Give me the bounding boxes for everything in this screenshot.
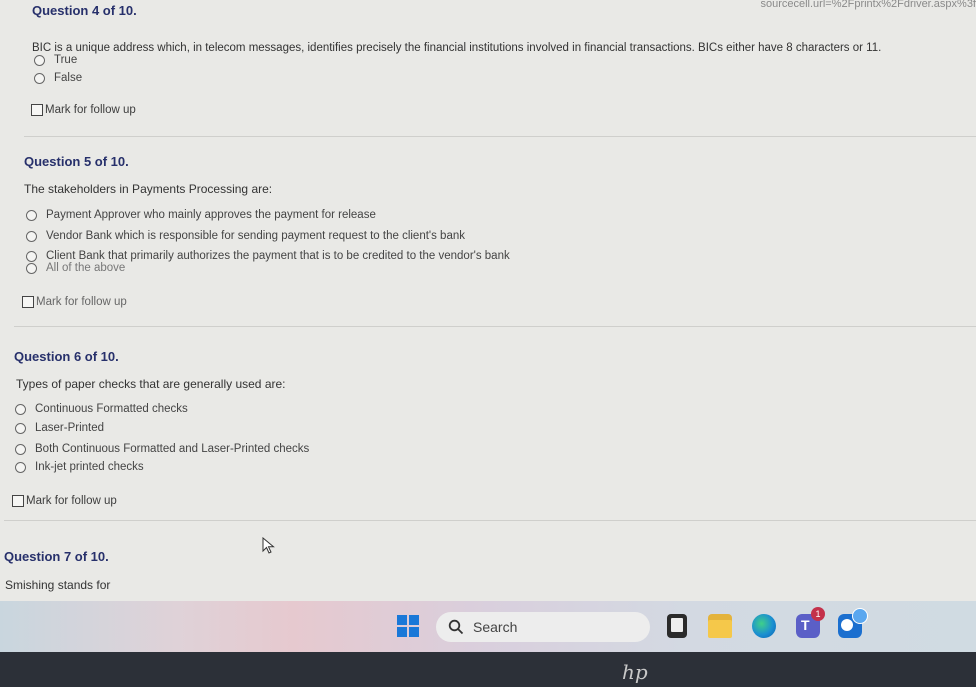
radio-button[interactable] <box>15 461 26 473</box>
mouse-cursor-icon <box>262 537 275 554</box>
radio-button[interactable] <box>26 209 37 221</box>
radio-button[interactable] <box>26 262 37 274</box>
hp-logo: hp <box>622 660 648 684</box>
question-6-mark-follow-up[interactable]: Mark for follow up <box>12 495 117 507</box>
question-7-title: Question 7 of 10. <box>4 549 109 564</box>
question-5-mark-follow-up[interactable]: Mark for follow up <box>22 296 127 308</box>
question-5-option-a[interactable]: Payment Approver who mainly approves the… <box>26 209 376 221</box>
question-4-text: BIC is a unique address which, in teleco… <box>32 42 882 54</box>
question-5-option-d[interactable]: All of the above <box>26 262 125 274</box>
radio-button[interactable] <box>26 230 37 242</box>
question-4-title: Question 4 of 10. <box>32 3 137 18</box>
teams-icon[interactable]: T 1 <box>796 607 825 638</box>
question-6-option-d[interactable]: Ink-jet printed checks <box>15 461 144 473</box>
checkbox[interactable] <box>22 296 34 308</box>
radio-button[interactable] <box>15 403 26 415</box>
edge-icon[interactable] <box>752 614 776 638</box>
question-5-option-c[interactable]: Client Bank that primarily authorizes th… <box>26 250 510 262</box>
divider <box>24 136 976 137</box>
question-4-option-true[interactable]: True <box>34 54 77 66</box>
question-6-option-a[interactable]: Continuous Formatted checks <box>15 403 188 415</box>
question-5-title: Question 5 of 10. <box>24 154 129 169</box>
checkbox[interactable] <box>31 104 43 116</box>
question-5-option-b[interactable]: Vendor Bank which is responsible for sen… <box>26 230 465 242</box>
question-6-text: Types of paper checks that are generally… <box>16 377 286 391</box>
laptop-bezel: hp <box>0 652 976 687</box>
search-icon <box>448 619 464 635</box>
question-4-option-false[interactable]: False <box>34 72 82 84</box>
radio-button[interactable] <box>26 250 37 262</box>
radio-button[interactable] <box>15 443 26 455</box>
windows-start-icon[interactable] <box>397 615 419 637</box>
radio-button[interactable] <box>34 72 45 84</box>
notification-badge: 1 <box>811 607 825 621</box>
radio-button[interactable] <box>34 54 45 66</box>
url-fragment: sourcecell.url=%2Fprintx%2Fdriver.aspx%3… <box>760 0 976 10</box>
divider <box>4 520 976 521</box>
taskbar-search[interactable]: Search <box>436 612 650 642</box>
taskbar: Search T 1 <box>0 601 976 652</box>
checkbox[interactable] <box>12 495 24 507</box>
outlook-icon[interactable] <box>838 608 868 638</box>
question-6-option-c[interactable]: Both Continuous Formatted and Laser-Prin… <box>15 443 309 455</box>
file-explorer-icon[interactable] <box>667 614 687 638</box>
question-6-option-b[interactable]: Laser-Printed <box>15 422 104 434</box>
question-5-text: The stakeholders in Payments Processing … <box>24 182 273 196</box>
question-4-mark-follow-up[interactable]: Mark for follow up <box>31 104 136 116</box>
radio-button[interactable] <box>15 422 26 434</box>
divider <box>14 326 976 327</box>
question-7-text: Smishing stands for <box>5 578 111 592</box>
folder-icon[interactable] <box>708 614 732 638</box>
question-6-title: Question 6 of 10. <box>14 349 119 364</box>
